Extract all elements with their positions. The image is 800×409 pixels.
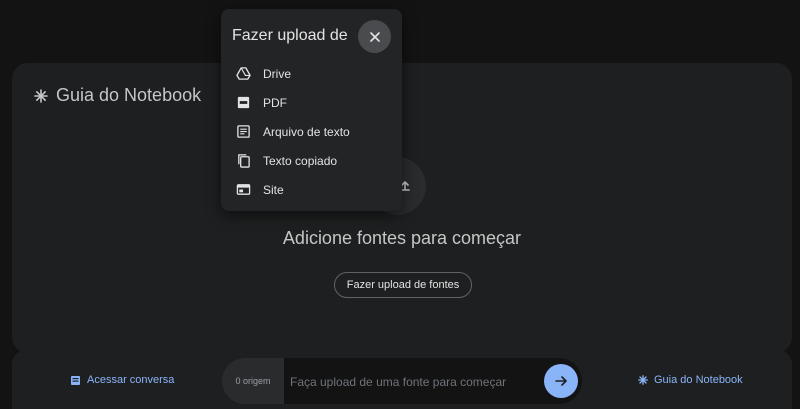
upload-option-label: Arquivo de texto xyxy=(263,124,350,139)
source-count-badge: 0 origem xyxy=(222,358,284,404)
chat-panel-icon xyxy=(71,375,80,385)
upload-option-label: Site xyxy=(263,182,284,197)
upload-option-copied-text[interactable]: Texto copiado xyxy=(221,146,402,175)
copy-icon xyxy=(238,154,250,168)
upload-option-label: Texto copiado xyxy=(263,153,338,168)
access-chat-link[interactable]: Acessar conversa xyxy=(70,374,174,386)
pdf-icon xyxy=(237,96,250,109)
chat-composer: 0 origem xyxy=(222,358,582,404)
drive-icon xyxy=(236,67,251,80)
sparkle-icon xyxy=(34,88,48,103)
upload-option-text-file[interactable]: Arquivo de texto xyxy=(221,117,402,146)
arrow-right-icon xyxy=(555,376,567,386)
website-icon xyxy=(236,184,251,195)
notebook-guide-label: Guia do Notebook xyxy=(654,374,743,386)
send-button[interactable] xyxy=(544,364,578,398)
popup-title: Fazer upload de xyxy=(232,27,348,44)
upload-option-drive[interactable]: Drive xyxy=(221,59,402,88)
upload-source-popup: Fazer upload de Drive PDF Arquivo de tex… xyxy=(221,9,402,211)
sparkle-icon xyxy=(638,375,648,385)
chat-bottom-bar: Acessar conversa 0 origem Guia do Notebo xyxy=(12,350,792,409)
upload-option-website[interactable]: Site xyxy=(221,175,402,204)
upload-options-list: Drive PDF Arquivo de texto Texto copiado… xyxy=(221,59,402,204)
text-file-icon xyxy=(237,125,250,138)
upload-option-label: Drive xyxy=(263,66,292,81)
guide-title: Guia do Notebook xyxy=(56,85,202,105)
notebook-guide-link[interactable]: Guia do Notebook xyxy=(638,374,743,386)
close-icon xyxy=(369,31,380,42)
empty-state-message: Adicione fontes para começar xyxy=(282,228,522,248)
close-button[interactable] xyxy=(358,20,391,53)
upload-option-label: PDF xyxy=(263,95,287,110)
notebook-page: Guia do Notebook Adicione fontes para co… xyxy=(0,0,800,409)
guide-header: Guia do Notebook xyxy=(34,85,201,106)
chat-input[interactable] xyxy=(288,358,542,404)
upload-sources-button[interactable]: Fazer upload de fontes xyxy=(334,272,472,298)
notebook-guide-card: Guia do Notebook Adicione fontes para co… xyxy=(12,63,792,353)
access-chat-label: Acessar conversa xyxy=(87,374,175,386)
upload-option-pdf[interactable]: PDF xyxy=(221,88,402,117)
